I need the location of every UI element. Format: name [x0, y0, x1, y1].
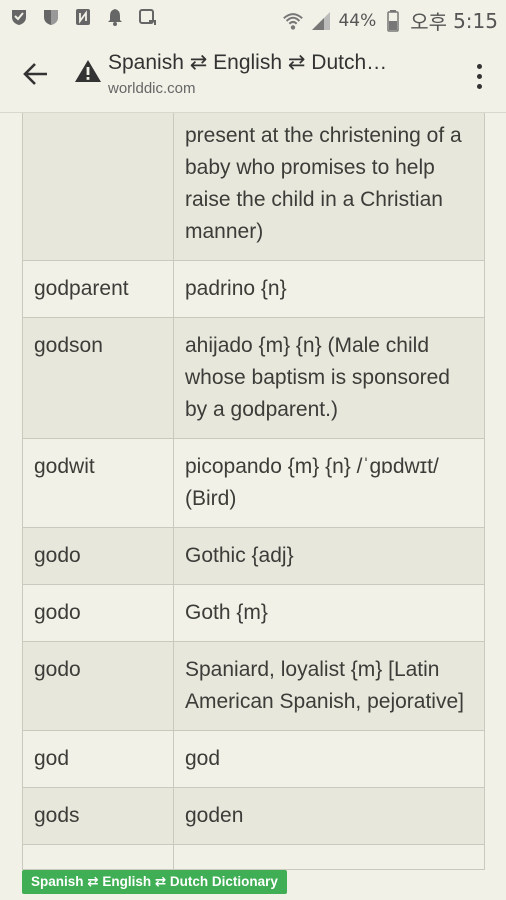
table-row: godo Gothic {adj} — [22, 527, 485, 585]
dot-icon — [476, 63, 482, 69]
status-notifications — [8, 6, 158, 28]
table-row: god god — [22, 730, 485, 788]
table-row: present at the christening of a baby who… — [22, 113, 485, 261]
translation-cell: ahijado {m} {n} (Male child whose baptis… — [173, 317, 485, 439]
translation-cell: present at the christening of a baby who… — [173, 113, 485, 261]
table-row: godparent padrino {n} — [22, 260, 485, 318]
status-system: 44% 오후 5:15 — [282, 6, 498, 35]
dictionary-badge[interactable]: Spanish ⇄ English ⇄ Dutch Dictionary — [22, 870, 287, 894]
translation-cell — [173, 844, 485, 870]
shield-check-icon — [8, 6, 30, 28]
nfc-icon — [72, 6, 94, 28]
table-row: godwit picopando {m} {n} /ˈɡɒdwɪt/ (Bird) — [22, 438, 485, 528]
table-row — [22, 844, 485, 870]
arrow-left-icon — [23, 63, 47, 85]
term-cell — [22, 113, 174, 261]
dictionary-table-wrapper: present at the christening of a baby who… — [22, 113, 485, 870]
translation-cell: god — [173, 730, 485, 788]
screenshot-icon — [136, 6, 158, 28]
term-cell: godo — [22, 584, 174, 642]
page-content[interactable]: present at the christening of a baby who… — [0, 113, 506, 900]
url-domain[interactable]: worlddic.com — [108, 80, 196, 97]
translation-cell: goden — [173, 787, 485, 845]
table-row: gods goden — [22, 787, 485, 845]
term-cell: gods — [22, 787, 174, 845]
table-row: godo Goth {m} — [22, 584, 485, 642]
translation-cell: picopando {m} {n} /ˈɡɒdwɪt/ (Bird) — [173, 438, 485, 528]
translation-cell: Goth {m} — [173, 584, 485, 642]
translation-cell: Gothic {adj} — [173, 527, 485, 585]
status-bar: 44% 오후 5:15 — [0, 0, 506, 36]
dictionary-table: present at the christening of a baby who… — [22, 113, 485, 870]
term-cell: godwit — [22, 438, 174, 528]
term-cell: god — [22, 730, 174, 788]
warning-icon[interactable] — [74, 58, 102, 84]
translation-cell: Spaniard, loyalist {m} [Latin American S… — [173, 641, 485, 731]
table-row: godo Spaniard, loyalist {m} [Latin Americ… — [22, 641, 485, 731]
battery-percent: 44% — [338, 10, 377, 31]
status-time: 5:15 — [453, 8, 498, 33]
shield-icon — [40, 6, 62, 28]
status-ampm: 오후 — [410, 10, 448, 34]
dot-icon — [476, 83, 482, 89]
dot-icon — [476, 73, 482, 79]
term-cell: godo — [22, 527, 174, 585]
wifi-icon — [282, 10, 304, 32]
browser-toolbar: Spanish ⇄ English ⇄ Dutch… worlddic.com — [0, 36, 506, 113]
term-cell: godparent — [22, 260, 174, 318]
back-button[interactable] — [18, 56, 54, 92]
battery-icon — [382, 9, 404, 32]
page-title[interactable]: Spanish ⇄ English ⇄ Dutch… — [108, 50, 387, 75]
term-cell: godson — [22, 317, 174, 439]
table-row: godson ahijado {m} {n} (Male child whose … — [22, 317, 485, 439]
signal-icon — [310, 10, 332, 32]
term-cell — [22, 844, 174, 870]
term-cell: godo — [22, 641, 174, 731]
overflow-menu-button[interactable] — [472, 58, 486, 94]
translation-cell: padrino {n} — [173, 260, 485, 318]
bell-icon — [104, 6, 126, 28]
